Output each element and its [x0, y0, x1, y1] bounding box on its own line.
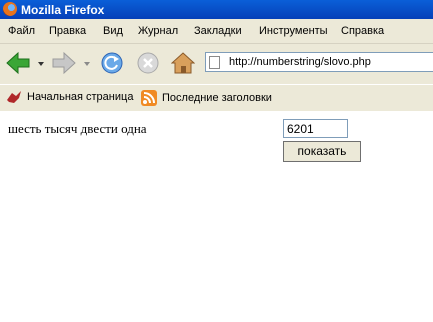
page-icon — [209, 56, 220, 69]
number-input[interactable] — [283, 119, 348, 138]
reload-button[interactable] — [100, 51, 124, 75]
stop-button[interactable] — [136, 51, 160, 75]
menu-edit[interactable]: Правка — [49, 25, 86, 37]
bookmarks-toolbar: Начальная страница Последние заголовки — [0, 84, 433, 112]
home-page-bookmark-icon — [7, 91, 21, 103]
page-content: шесть тысяч двести одна показать — [0, 111, 433, 322]
forward-button[interactable] — [51, 51, 91, 75]
menu-bar: Файл Правка Вид Журнал Закладки Инструме… — [0, 19, 433, 44]
menu-view[interactable]: Вид — [103, 25, 123, 37]
bookmark-latest-headlines[interactable]: Последние заголовки — [141, 90, 272, 106]
url-text: http://numberstring/slovo.php — [229, 56, 371, 68]
menu-tools[interactable]: Инструменты — [259, 25, 328, 37]
menu-history[interactable]: Журнал — [138, 25, 178, 37]
rss-icon — [141, 90, 157, 106]
title-bar: Mozilla Firefox — [0, 0, 433, 19]
bookmark-label: Начальная страница — [27, 91, 134, 103]
back-button[interactable] — [5, 51, 45, 75]
menu-file[interactable]: Файл — [8, 25, 35, 37]
window-title: Mozilla Firefox — [21, 3, 105, 17]
bookmark-home-page[interactable]: Начальная страница — [6, 90, 133, 104]
number-words: шесть тысяч двести одна — [8, 121, 147, 136]
show-button[interactable]: показать — [283, 141, 361, 162]
home-button[interactable] — [171, 51, 195, 75]
bookmark-label: Последние заголовки — [162, 92, 272, 104]
menu-bookmarks[interactable]: Закладки — [194, 25, 242, 37]
firefox-icon — [3, 2, 17, 16]
menu-help[interactable]: Справка — [341, 25, 384, 37]
address-bar[interactable]: http://numberstring/slovo.php — [205, 52, 433, 72]
